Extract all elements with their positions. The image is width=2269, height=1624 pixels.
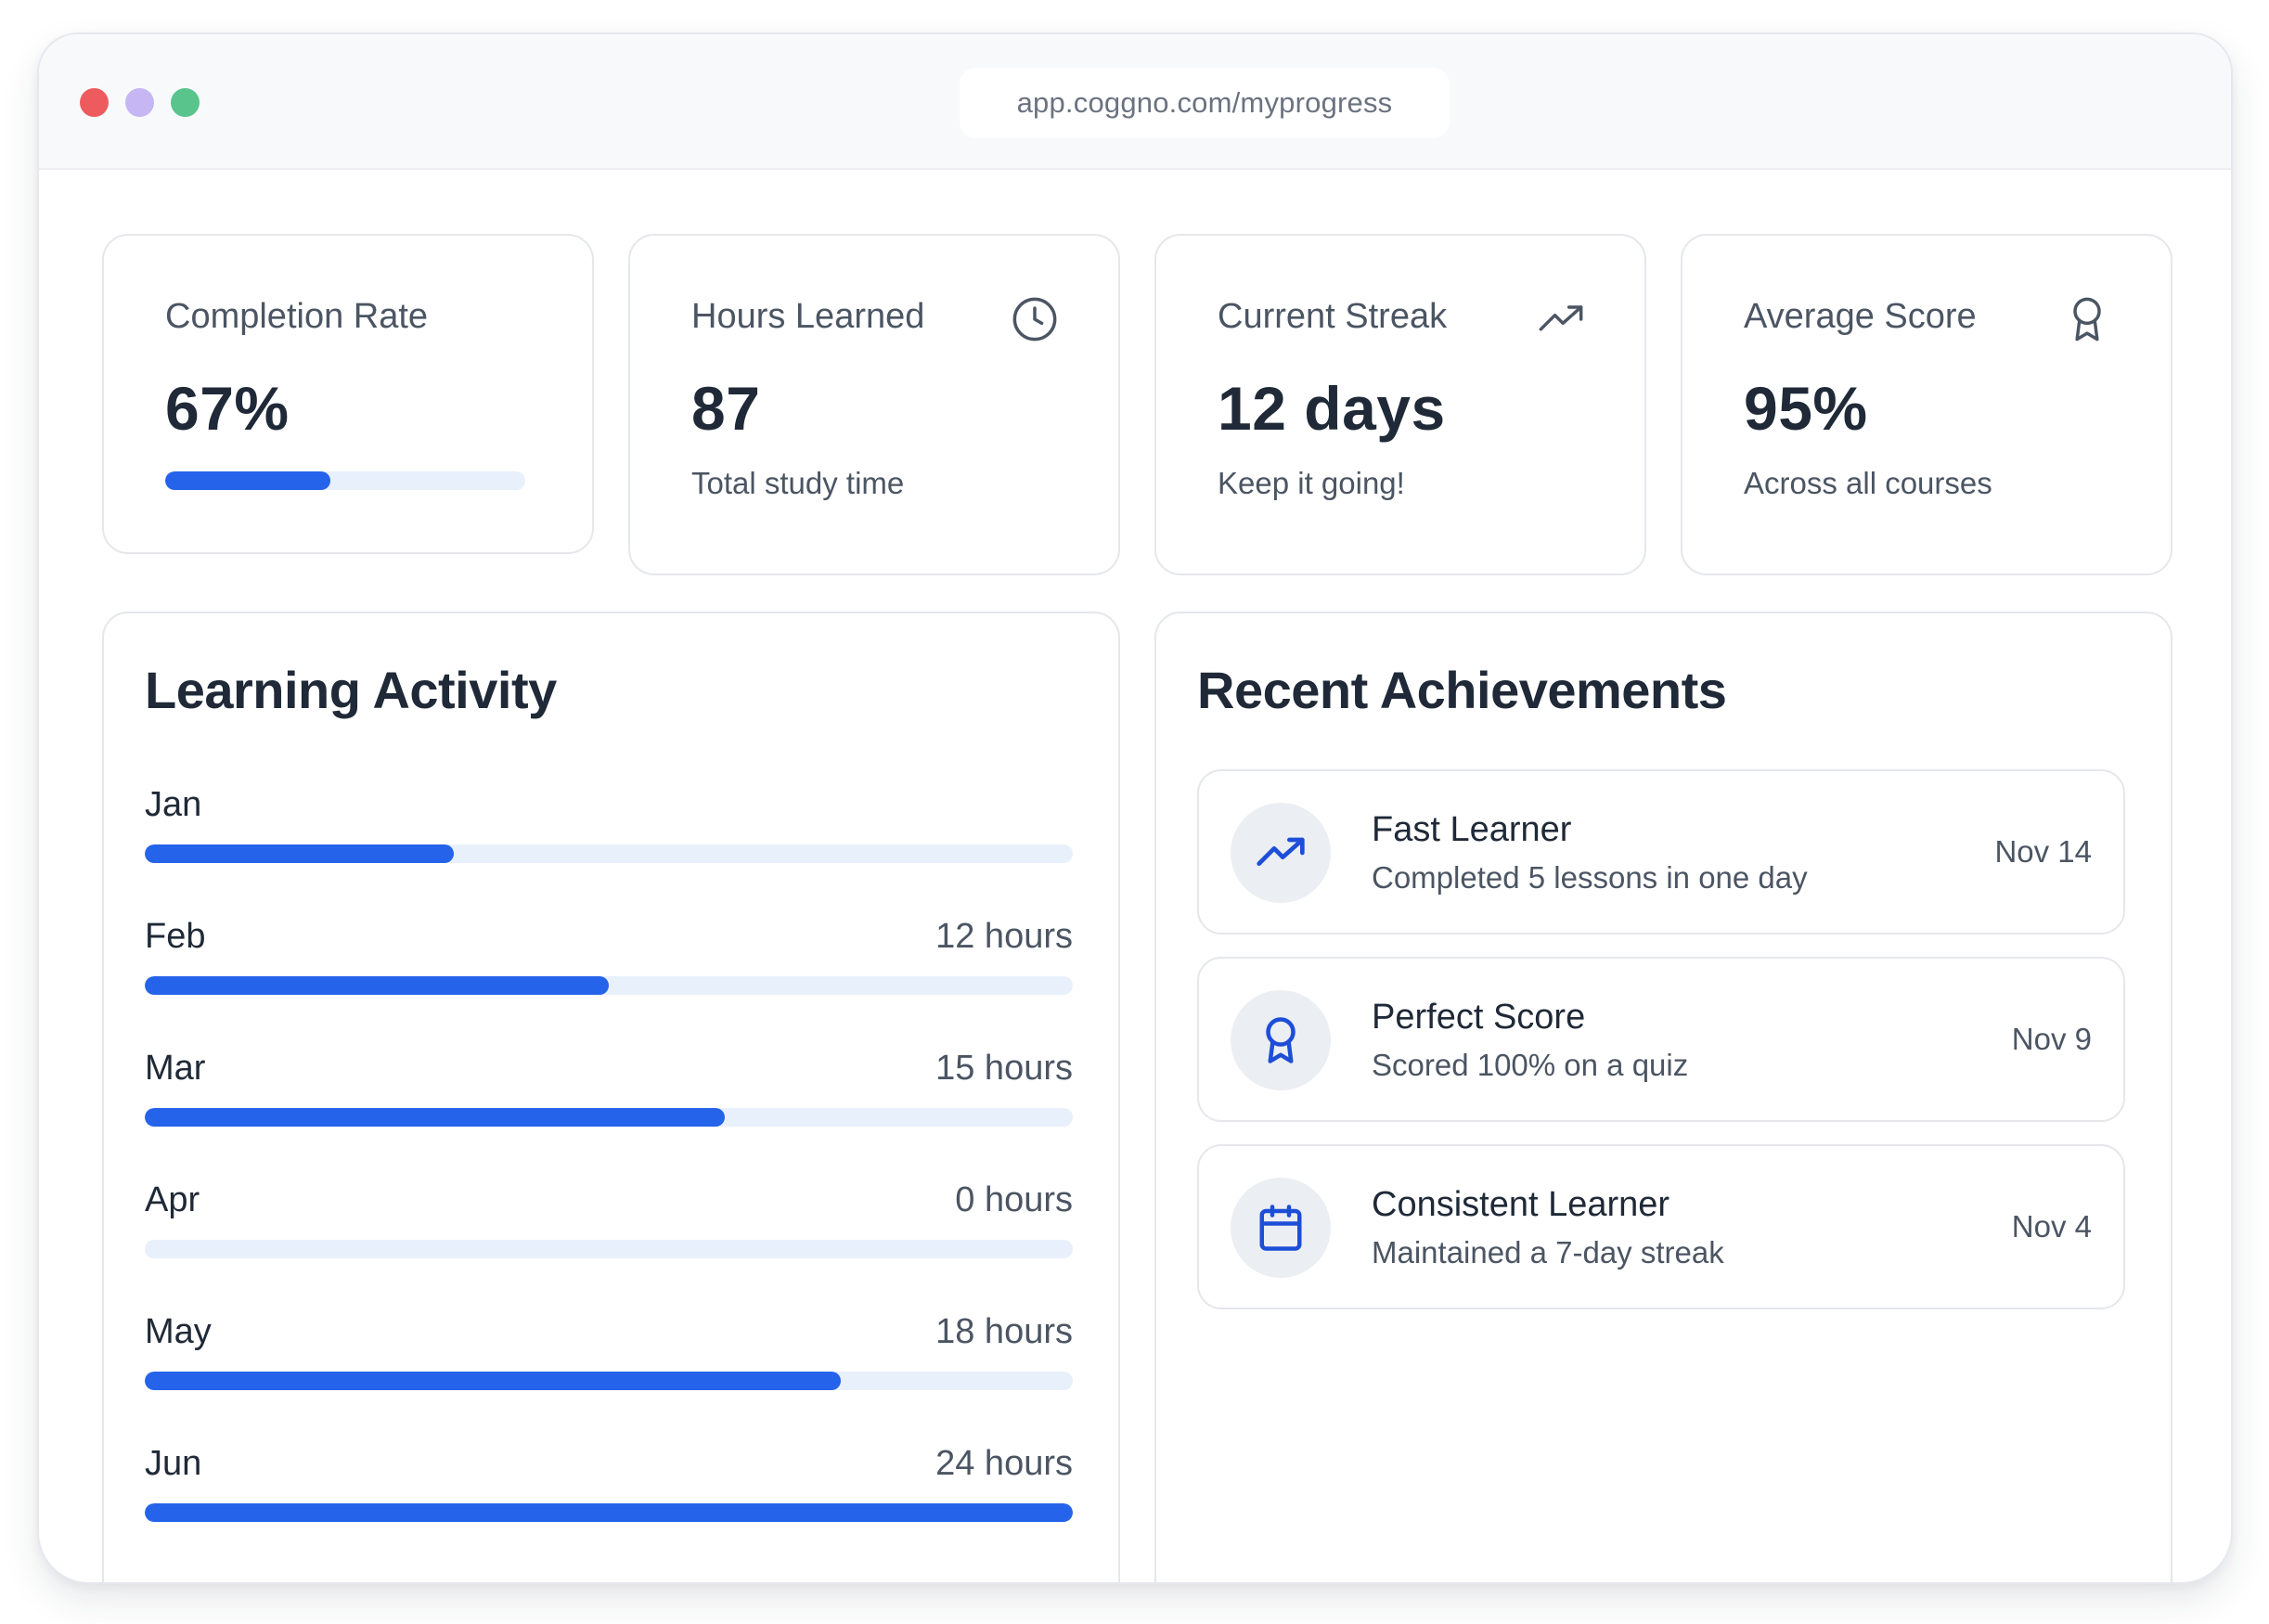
average-score-subtext: Across all courses bbox=[1744, 466, 1992, 500]
achievement-title: Consistent Learner bbox=[1372, 1185, 1670, 1224]
activity-track bbox=[145, 976, 1073, 995]
activity-track bbox=[145, 844, 1073, 863]
achievement-description: Completed 5 lessons in one day bbox=[1372, 860, 1808, 895]
activity-fill bbox=[145, 1503, 1073, 1522]
current-streak-value: 12 days bbox=[1218, 374, 1446, 443]
activity-row-jan: Jan bbox=[145, 785, 1073, 878]
url-text: app.coggno.com/myprogress bbox=[1016, 86, 1393, 119]
activity-row-feb: Feb 12 hours bbox=[145, 917, 1073, 1010]
activity-track bbox=[145, 1108, 1073, 1127]
activity-row-jun: Jun 24 hours bbox=[145, 1444, 1073, 1537]
completion-rate-label: Completion Rate bbox=[165, 297, 429, 336]
award-icon bbox=[2073, 297, 2101, 342]
achievement-icon-badge bbox=[1231, 990, 1331, 1090]
hours-learned-card: Hours Learned 87 Total study time bbox=[628, 234, 1120, 575]
calendar-icon bbox=[1259, 1205, 1302, 1251]
maximize-window-button[interactable] bbox=[171, 88, 200, 117]
month-label: Apr bbox=[145, 1180, 200, 1219]
average-score-label: Average Score bbox=[1744, 297, 1977, 336]
browser-window: app.coggno.com/myprogress Completion Rat… bbox=[37, 32, 2233, 1584]
month-hours: 0 hours bbox=[955, 1180, 1073, 1219]
hours-learned-value: 87 bbox=[691, 374, 761, 443]
month-label: Feb bbox=[145, 917, 206, 956]
address-bar[interactable]: app.coggno.com/myprogress bbox=[960, 68, 1450, 138]
completion-progress-track bbox=[165, 471, 525, 490]
activity-fill bbox=[145, 1108, 725, 1127]
average-score-card: Average Score 95% Across all courses bbox=[1681, 234, 2172, 575]
activity-track bbox=[145, 1240, 1073, 1258]
learning-activity-panel: Learning Activity Jan Feb 12 hours Mar 1… bbox=[102, 612, 1120, 1582]
achievement-description: Maintained a 7-day streak bbox=[1372, 1235, 1724, 1270]
achievement-icon-badge bbox=[1231, 1178, 1331, 1278]
month-label: May bbox=[145, 1312, 212, 1351]
activity-row-mar: Mar 15 hours bbox=[145, 1049, 1073, 1141]
month-hours: 18 hours bbox=[935, 1312, 1073, 1351]
current-streak-label: Current Streak bbox=[1218, 297, 1448, 336]
month-label: Mar bbox=[145, 1049, 206, 1088]
activity-track bbox=[145, 1372, 1073, 1390]
month-hours: 15 hours bbox=[935, 1049, 1073, 1088]
activity-row-may: May 18 hours bbox=[145, 1312, 1073, 1405]
browser-titlebar: app.coggno.com/myprogress bbox=[39, 34, 2231, 170]
recent-achievements-title: Recent Achievements bbox=[1197, 661, 1727, 719]
achievement-item-consistent-learner[interactable]: Consistent Learner Maintained a 7-day st… bbox=[1197, 1144, 2125, 1309]
completion-rate-card: Completion Rate 67% bbox=[102, 234, 594, 554]
current-streak-card: Current Streak 12 days Keep it going! bbox=[1154, 234, 1646, 575]
activity-track bbox=[145, 1503, 1073, 1522]
current-streak-subtext: Keep it going! bbox=[1218, 466, 1405, 500]
achievement-icon-badge bbox=[1231, 803, 1331, 903]
hours-learned-subtext: Total study time bbox=[691, 466, 905, 500]
achievement-date: Nov 9 bbox=[2011, 1022, 2092, 1056]
average-score-value: 95% bbox=[1744, 374, 1868, 443]
month-hours: 12 hours bbox=[935, 917, 1073, 956]
trending-up-icon bbox=[1539, 305, 1583, 331]
completion-rate-value: 67% bbox=[165, 374, 290, 443]
achievement-title: Perfect Score bbox=[1372, 998, 1586, 1037]
activity-fill bbox=[145, 976, 609, 995]
achievement-item-fast-learner[interactable]: Fast Learner Completed 5 lessons in one … bbox=[1197, 769, 2125, 934]
month-label: Jan bbox=[145, 785, 202, 824]
achievement-description: Scored 100% on a quiz bbox=[1372, 1048, 1689, 1082]
activity-fill bbox=[145, 1372, 841, 1390]
achievement-date: Nov 14 bbox=[1994, 834, 2092, 869]
minimize-window-button[interactable] bbox=[125, 88, 154, 117]
learning-activity-title: Learning Activity bbox=[145, 661, 557, 719]
achievement-date: Nov 4 bbox=[2011, 1209, 2092, 1244]
month-label: Jun bbox=[145, 1444, 202, 1483]
activity-fill bbox=[145, 844, 455, 863]
recent-achievements-panel: Recent Achievements Fast Learner Complet… bbox=[1154, 612, 2172, 1582]
hours-learned-label: Hours Learned bbox=[691, 297, 925, 336]
activity-row-apr: Apr 0 hours bbox=[145, 1180, 1073, 1273]
award-icon bbox=[1266, 1017, 1296, 1063]
trending-up-icon bbox=[1257, 837, 1305, 866]
achievement-item-perfect-score[interactable]: Perfect Score Scored 100% on a quiz Nov … bbox=[1197, 957, 2125, 1122]
achievement-title: Fast Learner bbox=[1372, 810, 1572, 849]
completion-progress-fill bbox=[165, 471, 331, 490]
month-hours: 24 hours bbox=[935, 1444, 1073, 1483]
close-window-button[interactable] bbox=[80, 88, 109, 117]
clock-icon bbox=[1012, 297, 1057, 342]
